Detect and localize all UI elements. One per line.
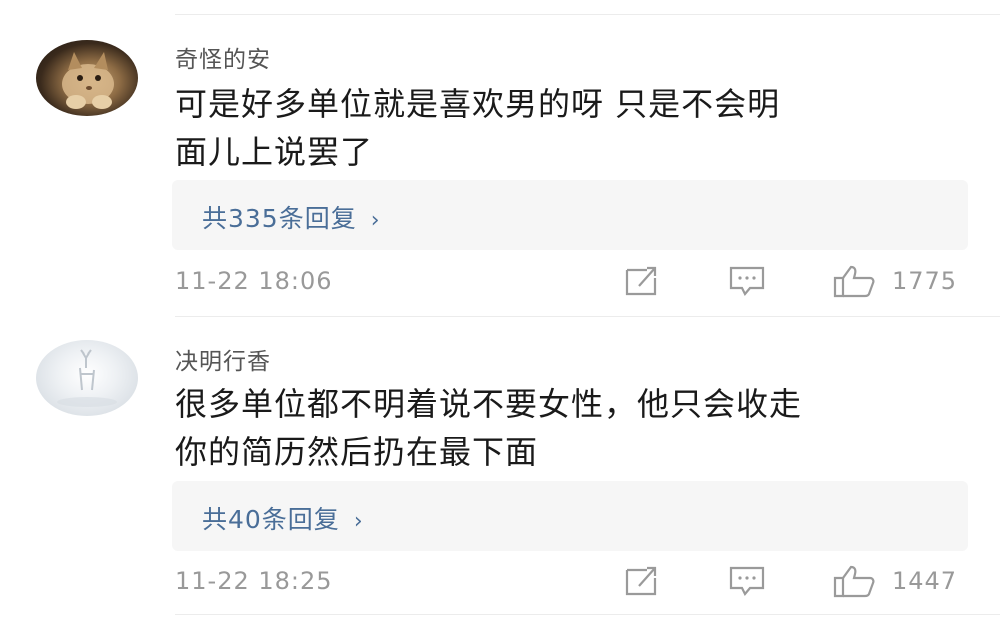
share-icon[interactable]: [623, 564, 661, 598]
reply-count-label: 共40条回复: [202, 505, 340, 534]
comment-icon[interactable]: [728, 564, 766, 598]
comment-text-line: 很多单位都不明着说不要女性，他只会收走: [175, 385, 803, 423]
deer-avatar[interactable]: [36, 340, 138, 416]
chevron-right-icon: ›: [353, 509, 364, 534]
comment-item: 决明行香 很多单位都不明着说不要女性，他只会收走 你的简历然后扔在最下面 共40…: [0, 0, 1000, 618]
comment-meta-row: 11-22 18:25 1447: [0, 562, 1000, 602]
thumbs-up-icon[interactable]: [832, 564, 876, 598]
comment-text: 很多单位都不明着说不要女性，他只会收走 你的简历然后扔在最下面: [175, 380, 975, 476]
username[interactable]: 决明行香: [175, 342, 271, 376]
view-replies-link[interactable]: 共40条回复 ›: [202, 500, 364, 536]
reply-box[interactable]: 共40条回复 ›: [172, 481, 968, 551]
bottom-divider: [175, 614, 1000, 615]
comment-text-line: 你的简历然后扔在最下面: [175, 433, 539, 471]
like-count: 1447: [892, 567, 958, 595]
timestamp: 11-22 18:25: [175, 567, 333, 595]
